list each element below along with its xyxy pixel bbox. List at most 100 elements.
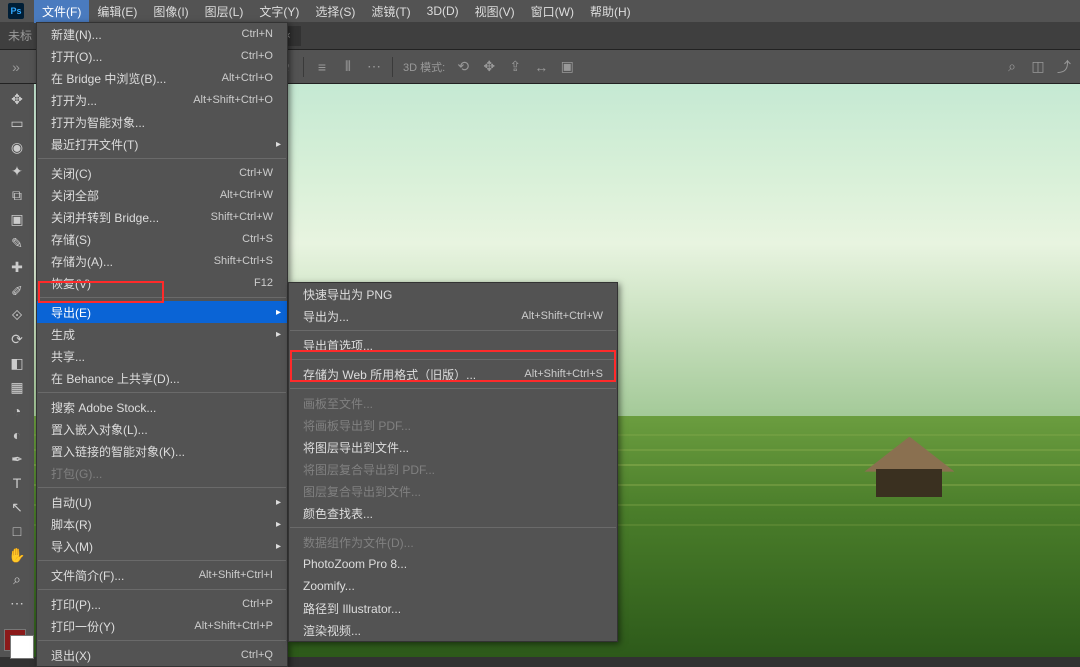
- file-menu-item-24[interactable]: 自动(U): [37, 491, 287, 513]
- menu-item-shortcut: Ctrl+P: [242, 598, 273, 610]
- pan-3d-icon[interactable]: ✥: [481, 59, 497, 75]
- dodge-tool[interactable]: ◐: [4, 424, 30, 446]
- export-menu-item-8: 将画板导出到 PDF...: [289, 414, 617, 436]
- file-menu-item-33[interactable]: 退出(X)Ctrl+Q: [37, 644, 287, 666]
- file-menu-item-21[interactable]: 置入链接的智能对象(K)...: [37, 440, 287, 462]
- edit-toolbar[interactable]: ⋯: [4, 592, 30, 614]
- menu-item-shortcut: Alt+Ctrl+W: [220, 189, 273, 201]
- lasso-tool[interactable]: ◉: [4, 136, 30, 158]
- file-menu-item-10[interactable]: 存储(S)Ctrl+S: [37, 228, 287, 250]
- menu-item-shortcut: Alt+Shift+Ctrl+I: [199, 569, 273, 581]
- dist-h-icon[interactable]: ≡: [314, 59, 330, 75]
- file-menu-item-28[interactable]: 文件简介(F)...Alt+Shift+Ctrl+I: [37, 564, 287, 586]
- menu-type[interactable]: 文字(Y): [251, 0, 307, 23]
- menu-item-label: 将图层复合导出到 PDF...: [303, 461, 603, 478]
- orbit-3d-icon[interactable]: ⟲: [455, 59, 471, 75]
- move-tool[interactable]: ✥: [4, 88, 30, 110]
- export-menu-item-9[interactable]: 将图层导出到文件...: [289, 436, 617, 458]
- menu-item-shortcut: Alt+Shift+Ctrl+W: [521, 310, 603, 322]
- more-icon[interactable]: ⋯: [366, 59, 382, 75]
- zoom-tool[interactable]: ⌕: [4, 568, 30, 590]
- menu-item-label: 新建(N)...: [51, 26, 242, 43]
- menu-filter[interactable]: 滤镜(T): [363, 0, 418, 23]
- menu-item-shortcut: Alt+Shift+Ctrl+S: [524, 368, 603, 380]
- menu-layer[interactable]: 图层(L): [197, 0, 252, 23]
- export-menu-item-0[interactable]: 快速导出为 PNG: [289, 283, 617, 305]
- history-brush-tool[interactable]: ⟳: [4, 328, 30, 350]
- file-menu-item-26[interactable]: 导入(M): [37, 535, 287, 557]
- file-menu-item-7[interactable]: 关闭(C)Ctrl+W: [37, 162, 287, 184]
- export-menu-item-18[interactable]: 渲染视频...: [289, 619, 617, 641]
- gradient-tool[interactable]: ▦: [4, 376, 30, 398]
- menu-item-label: 路径到 Illustrator...: [303, 600, 603, 617]
- export-menu-item-10: 将图层复合导出到 PDF...: [289, 458, 617, 480]
- healing-tool[interactable]: ✚: [4, 256, 30, 278]
- marquee-tool[interactable]: ▭: [4, 112, 30, 134]
- file-menu-item-1[interactable]: 打开(O)...Ctrl+O: [37, 45, 287, 67]
- file-menu-item-12[interactable]: 恢复(V)F12: [37, 272, 287, 294]
- menu-file[interactable]: 文件(F): [34, 0, 89, 23]
- menu-item-label: 渲染视频...: [303, 622, 603, 639]
- menu-help[interactable]: 帮助(H): [582, 0, 639, 23]
- file-menu-item-20[interactable]: 置入嵌入对象(L)...: [37, 418, 287, 440]
- share-icon[interactable]: ⤴: [1056, 59, 1072, 75]
- path-tool[interactable]: ↖: [4, 496, 30, 518]
- slide-3d-icon[interactable]: ↔: [533, 59, 549, 75]
- file-menu-item-30[interactable]: 打印(P)...Ctrl+P: [37, 593, 287, 615]
- crop-tool[interactable]: ⧉: [4, 184, 30, 206]
- file-menu-item-15[interactable]: 生成: [37, 323, 287, 345]
- blur-tool[interactable]: ◔: [4, 400, 30, 422]
- menu-image[interactable]: 图像(I): [145, 0, 196, 23]
- brush-tool[interactable]: ✐: [4, 280, 30, 302]
- export-menu-item-15[interactable]: PhotoZoom Pro 8...: [289, 553, 617, 575]
- file-menu-item-19[interactable]: 搜索 Adobe Stock...: [37, 396, 287, 418]
- eyedropper-tool[interactable]: ✎: [4, 232, 30, 254]
- export-menu-item-7: 画板至文件...: [289, 392, 617, 414]
- file-menu-item-17[interactable]: 在 Behance 上共享(D)...: [37, 367, 287, 389]
- pen-tool[interactable]: ✒: [4, 448, 30, 470]
- menu-view[interactable]: 视图(V): [467, 0, 523, 23]
- file-menu-item-16[interactable]: 共享...: [37, 345, 287, 367]
- menu-select[interactable]: 选择(S): [307, 0, 363, 23]
- export-menu-item-1[interactable]: 导出为...Alt+Shift+Ctrl+W: [289, 305, 617, 327]
- file-menu-item-3[interactable]: 打开为...Alt+Shift+Ctrl+O: [37, 89, 287, 111]
- workspace-icon[interactable]: ◫: [1030, 59, 1046, 75]
- file-menu-item-25[interactable]: 脚本(R): [37, 513, 287, 535]
- file-menu-item-11[interactable]: 存储为(A)...Shift+Ctrl+S: [37, 250, 287, 272]
- export-menu-item-5[interactable]: 存储为 Web 所用格式（旧版）...Alt+Shift+Ctrl+S: [289, 363, 617, 385]
- stamp-tool[interactable]: ⟐: [4, 304, 30, 326]
- export-menu-item-3[interactable]: 导出首选项...: [289, 334, 617, 356]
- menu-item-label: 颜色查找表...: [303, 505, 603, 522]
- menu-edit[interactable]: 编辑(E): [89, 0, 145, 23]
- color-swatch[interactable]: [4, 629, 26, 651]
- 3d-mode-label: 3D 模式:: [403, 59, 445, 75]
- file-menu-item-0[interactable]: 新建(N)...Ctrl+N: [37, 23, 287, 45]
- export-menu-item-17[interactable]: 路径到 Illustrator...: [289, 597, 617, 619]
- export-menu-item-12[interactable]: 颜色查找表...: [289, 502, 617, 524]
- file-menu-item-8[interactable]: 关闭全部Alt+Ctrl+W: [37, 184, 287, 206]
- export-menu-item-16[interactable]: Zoomify...: [289, 575, 617, 597]
- eraser-tool[interactable]: ◧: [4, 352, 30, 374]
- file-menu-item-4[interactable]: 打开为智能对象...: [37, 111, 287, 133]
- wand-tool[interactable]: ✦: [4, 160, 30, 182]
- menu-item-label: 图层复合导出到文件...: [303, 483, 603, 500]
- file-menu-item-9[interactable]: 关闭并转到 Bridge...Shift+Ctrl+W: [37, 206, 287, 228]
- file-menu-item-2[interactable]: 在 Bridge 中浏览(B)...Alt+Ctrl+O: [37, 67, 287, 89]
- dist-v-icon[interactable]: ⫴: [340, 59, 356, 75]
- menu-item-label: 在 Bridge 中浏览(B)...: [51, 70, 222, 87]
- menu-item-shortcut: Alt+Shift+Ctrl+P: [194, 620, 273, 632]
- expand-icon[interactable]: »: [8, 59, 24, 75]
- file-menu-item-5[interactable]: 最近打开文件(T): [37, 133, 287, 155]
- type-tool[interactable]: T: [4, 472, 30, 494]
- frame-tool[interactable]: ▣: [4, 208, 30, 230]
- walk-3d-icon[interactable]: ⇪: [507, 59, 523, 75]
- file-menu-item-31[interactable]: 打印一份(Y)Alt+Shift+Ctrl+P: [37, 615, 287, 637]
- menu-3d[interactable]: 3D(D): [419, 1, 467, 21]
- camera-3d-icon[interactable]: ▣: [559, 59, 575, 75]
- menu-window[interactable]: 窗口(W): [523, 0, 582, 23]
- hand-tool[interactable]: ✋: [4, 544, 30, 566]
- rectangle-tool[interactable]: □: [4, 520, 30, 542]
- file-menu-item-14[interactable]: 导出(E): [37, 301, 287, 323]
- search-icon[interactable]: ⌕: [1004, 59, 1020, 75]
- menu-item-label: 关闭全部: [51, 187, 220, 204]
